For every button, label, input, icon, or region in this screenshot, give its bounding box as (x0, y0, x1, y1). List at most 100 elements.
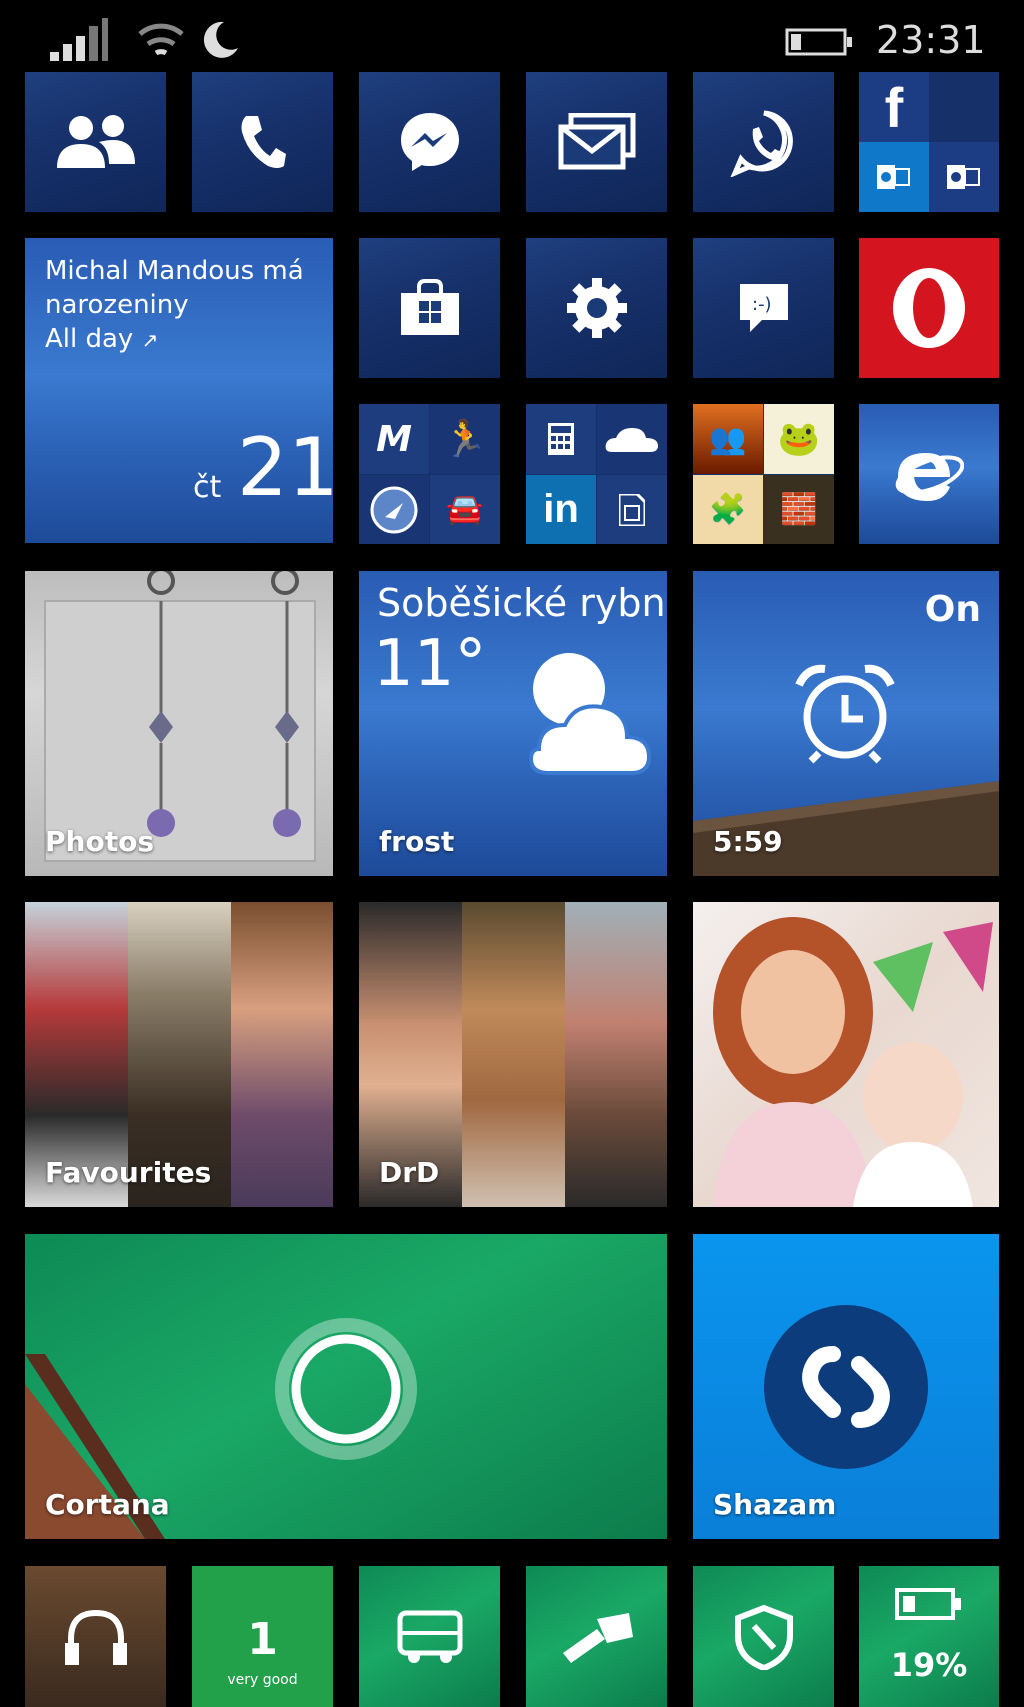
alarm-state: On (924, 589, 981, 630)
wifi-icon (138, 23, 184, 56)
running-icon: 🏃 (442, 419, 488, 460)
settings-icon (566, 278, 627, 338)
outlook-icon (947, 165, 980, 189)
whatsapp-tile[interactable] (693, 72, 834, 212)
sim-icon (619, 493, 645, 526)
outlook-subtile-2[interactable] (929, 142, 999, 212)
game-subtile-2[interactable]: 🐸 (764, 404, 834, 474)
photos-tile[interactable]: Photos (25, 571, 333, 876)
game-subtile-3[interactable]: 🧩 (693, 475, 763, 544)
calculator-subtile[interactable] (526, 404, 596, 474)
alarm-clock-icon (795, 664, 895, 764)
photos-label: Photos (45, 825, 154, 858)
folder-tile-office[interactable]: in (526, 404, 667, 544)
drd-photo-2 (462, 902, 565, 1207)
blocks-game-icon: 🧱 (780, 492, 818, 527)
weather-temperature: 11° (373, 627, 487, 701)
facebook-subtile[interactable]: f (859, 72, 929, 142)
folder-tile-games[interactable]: 👥 🐸 🧩 🧱 (693, 404, 834, 544)
drd-label: DrD (379, 1156, 440, 1189)
opera-icon (893, 268, 965, 348)
game-subtile-4[interactable]: 🧱 (764, 475, 834, 544)
music-tile[interactable] (25, 1566, 166, 1707)
cortana-icon (275, 1318, 417, 1460)
music-icon (64, 1609, 127, 1665)
battery-saver-tile[interactable]: 19% (859, 1566, 999, 1707)
people-icon (56, 115, 135, 168)
outlook-icon (877, 165, 910, 189)
folder-tile-left[interactable]: M 🏃 🚘 (359, 404, 500, 544)
mother-baby-photo (713, 917, 993, 1207)
game-subtile-1[interactable]: 👥 (693, 404, 763, 474)
battery-percent: 19% (890, 1646, 968, 1684)
outlook-subtile[interactable] (859, 142, 929, 212)
drd-group-tile[interactable]: DrD (359, 902, 667, 1207)
svg-text::-): :-) (752, 294, 772, 315)
mail-tile[interactable] (526, 72, 667, 212)
shield-icon (734, 1604, 793, 1670)
figures-icon: 👥 (709, 421, 747, 457)
torch-tile[interactable] (526, 1566, 667, 1707)
contact-photo-tile[interactable] (693, 902, 999, 1207)
internet-explorer-tile[interactable] (859, 404, 999, 544)
m-app-icon: M (376, 418, 412, 460)
fitness-subtile[interactable]: 🏃 (430, 404, 500, 474)
store-tile[interactable] (359, 238, 500, 378)
cortana-tile[interactable]: Cortana (25, 1234, 667, 1539)
signal-icon (50, 18, 108, 61)
calendar-event-line3: All day ↗ (45, 324, 159, 354)
puzzle-game-icon: 🧩 (709, 492, 747, 527)
shazam-label: Shazam (713, 1488, 837, 1521)
opera-tile[interactable] (859, 238, 999, 378)
shazam-tile[interactable]: Shazam (693, 1234, 999, 1539)
transit-tile[interactable] (359, 1566, 500, 1707)
favourite-photo-3 (231, 902, 333, 1207)
weather-icon (528, 653, 652, 775)
favourites-tile[interactable]: Favourites (25, 902, 333, 1207)
bus-icon (397, 1610, 462, 1663)
linkedin-subtile[interactable]: in (526, 475, 596, 544)
messenger-tile[interactable] (359, 72, 500, 212)
rating-tile[interactable]: 1 very good (192, 1566, 333, 1707)
rating-text: very good (227, 1672, 298, 1688)
maps-subtile[interactable]: M (359, 404, 429, 474)
calendar-tile[interactable]: Michal Mandous má narozeniny All day ↗ č… (25, 238, 333, 543)
cortana-label: Cortana (45, 1488, 170, 1521)
weather-tile[interactable]: Soběšické rybní 11° frost (359, 571, 667, 876)
status-time: 23:31 (876, 18, 986, 62)
mail-icon (558, 113, 635, 170)
feedback-icon: :-) (739, 284, 788, 332)
ie-icon (895, 453, 964, 501)
status-bar: 23:31 (0, 12, 1024, 62)
calculator-icon (548, 423, 574, 455)
onedrive-icon (605, 428, 658, 452)
alarms-tile[interactable]: On 5:59 (693, 571, 999, 876)
facebook-icon: f (884, 75, 904, 139)
favourites-label: Favourites (45, 1156, 212, 1189)
phone-tile[interactable] (192, 72, 333, 212)
quiet-hours-moon-icon (203, 21, 238, 58)
settings-tile[interactable] (526, 238, 667, 378)
calendar-weekday: čt (193, 470, 222, 505)
feedback-tile[interactable]: :-) (693, 238, 834, 378)
whatsapp-icon (730, 110, 793, 177)
drd-photo-3 (565, 902, 667, 1207)
car-icon: 🚘 (446, 492, 484, 527)
calendar-event-line1: Michal Mandous má (45, 256, 304, 286)
battery-icon (895, 1588, 961, 1620)
onedrive-subtile[interactable] (597, 404, 667, 474)
calendar-event-line2: narozeniny (45, 290, 189, 320)
social-group-tile[interactable]: f (859, 72, 999, 212)
calendar-day: 21 (237, 421, 333, 514)
navigation-subtile[interactable] (359, 475, 429, 544)
security-tile[interactable] (693, 1566, 834, 1707)
battery-status-icon (785, 28, 852, 56)
drive-subtile[interactable]: 🚘 (430, 475, 500, 544)
torch-icon (562, 1612, 633, 1663)
store-icon (400, 279, 459, 335)
people-tile[interactable] (25, 72, 166, 212)
compass-icon (370, 486, 418, 533)
sim-subtile[interactable] (597, 475, 667, 544)
weather-location: Soběšické rybní (377, 581, 667, 625)
weather-condition: frost (379, 825, 455, 858)
